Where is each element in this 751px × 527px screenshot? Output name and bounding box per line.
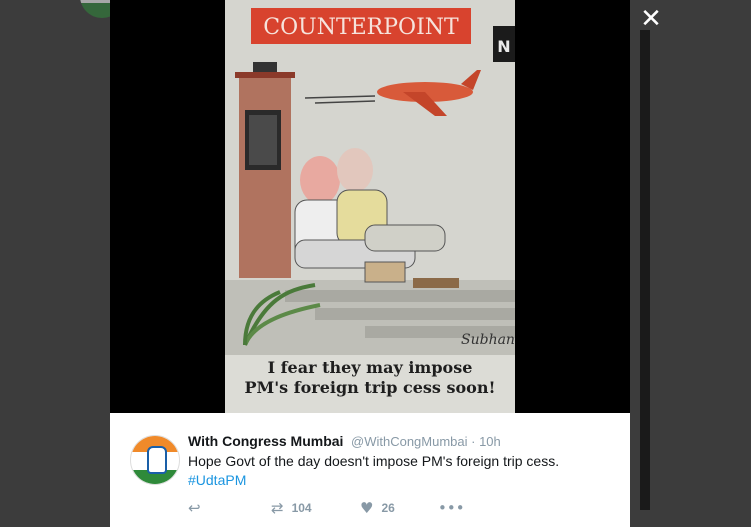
timestamp-separator: · <box>467 434 480 449</box>
more-button[interactable]: ••• <box>438 499 465 517</box>
like-button[interactable]: ♥ 26 <box>360 499 395 517</box>
like-count: 26 <box>381 501 395 515</box>
author-avatar[interactable] <box>130 435 180 485</box>
tweet-text: Hope Govt of the day doesn't impose PM's… <box>188 453 560 469</box>
hand-logo-icon <box>147 446 167 474</box>
tweet-time[interactable]: 10h <box>479 434 501 449</box>
heart-icon: ♥ <box>360 499 374 517</box>
cartoonist-signature: Subhani <box>461 332 515 348</box>
retweet-count: 104 <box>291 501 312 515</box>
background-column <box>640 30 650 510</box>
cartoon-caption: I fear they may impose PM's foreign trip… <box>235 358 505 398</box>
retweet-icon: ⇄ <box>271 499 284 517</box>
caption-line-1: I fear they may impose <box>267 358 473 377</box>
author-name[interactable]: With Congress Mumbai <box>188 433 343 449</box>
retweet-button[interactable]: ⇄ 104 <box>271 499 312 517</box>
author-handle-and-time[interactable]: @WithCongMumbai · 10h <box>351 434 501 449</box>
close-icon[interactable]: ✕ <box>638 6 664 32</box>
caption-line-2: PM's foreign trip cess soon! <box>244 378 496 397</box>
tweet-media[interactable]: COUNTERPOINT N Subhani I fear they may i… <box>110 0 630 413</box>
reply-icon: ↩ <box>188 499 201 517</box>
cartoon-image: COUNTERPOINT N Subhani <box>225 0 515 413</box>
author-handle[interactable]: @WithCongMumbai <box>351 434 468 449</box>
svg-text:N: N <box>497 37 510 56</box>
tweet-card: With Congress Mumbai @WithCongMumbai · 1… <box>110 413 630 527</box>
reply-button[interactable]: ↩ <box>188 499 201 517</box>
hashtag-link[interactable]: #UdtaPM <box>188 472 246 488</box>
more-icon: ••• <box>438 499 465 517</box>
comic-title: COUNTERPOINT <box>263 15 459 40</box>
